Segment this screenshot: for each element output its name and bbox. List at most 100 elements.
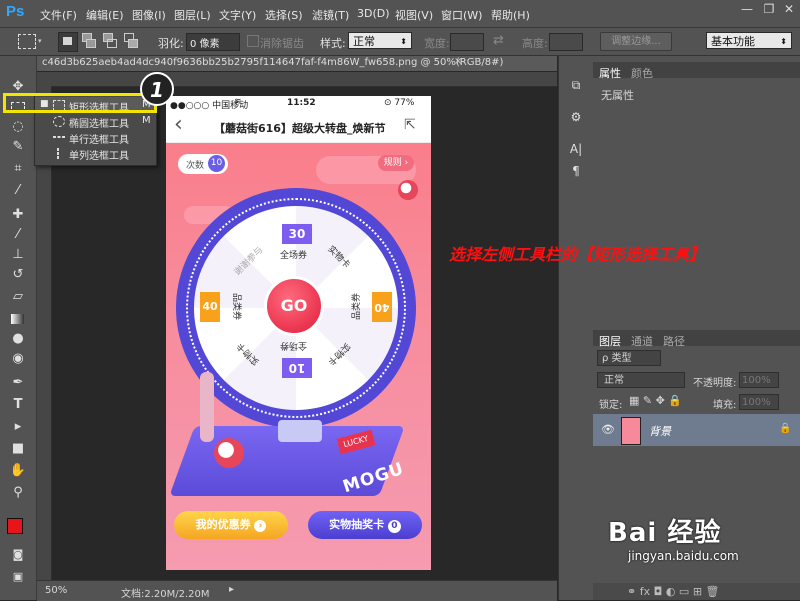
fill-input[interactable]: 100% [739,394,779,410]
pen-tool-icon[interactable]: ✒ [8,374,28,392]
screen-mode-icon[interactable]: ▣ [8,568,28,586]
antialias-checkbox[interactable] [247,35,259,47]
feather-input[interactable]: 0 像素 [186,33,240,51]
new-selection-icon[interactable] [58,32,78,52]
stamp-tool-icon[interactable]: ⊥ [8,246,28,264]
mask-icon[interactable]: ◘ [654,585,663,598]
style-label: 样式: [320,37,346,50]
brush-tool-icon[interactable]: ⁄ [8,226,28,244]
menu-select[interactable]: 选择(S) [265,7,303,23]
path-select-icon[interactable]: ▸ [8,418,28,436]
marquee-preset-icon[interactable] [18,34,36,49]
preset-dropdown-icon[interactable]: ▾ [38,37,42,45]
menu-help[interactable]: 帮助(H) [491,7,530,23]
opacity-label: 不透明度: [693,378,737,389]
flyout-item-single-row[interactable]: 单行选框工具 [35,129,156,146]
eye-icon[interactable]: 👁 [601,423,615,436]
quick-mask-icon[interactable]: ◙ [8,546,28,564]
menu-view[interactable]: 视图(V) [395,7,433,23]
swap-icon[interactable]: ⇄ [493,33,504,48]
blur-tool-icon[interactable]: ● [8,330,28,348]
document-tab-title: c46d3b625aeb4ad4dc940f9636bb25b2795f1146… [42,57,504,68]
quick-select-tool-icon[interactable]: ✎ [8,138,28,156]
flyout-item-ellipse-marquee[interactable]: 椭圆选框工具 M [35,113,156,130]
close-document-icon[interactable]: × [454,56,462,67]
watermark-logo: Bai 经验 [608,518,722,548]
lock-icons[interactable]: ▦ ✎ ✥ 🔒 [629,394,682,407]
menu-3d[interactable]: 3D(D) [357,7,390,20]
trash-icon[interactable]: 🗑 [706,585,720,598]
subtract-selection-icon[interactable] [103,33,117,48]
balloon-decoration [398,180,418,200]
prize-card-button[interactable]: 实物抽奖卡 0 [308,511,422,539]
lasso-tool-icon[interactable]: ◌ [8,118,28,136]
lock-icon: 🔒 [779,423,792,434]
coupon-bottom-value: 10 [282,358,312,378]
fx-icon[interactable]: fx [640,585,650,598]
group-icon[interactable]: ▭ [679,585,689,598]
intersect-selection-icon[interactable] [124,33,138,48]
history-panel-icon[interactable]: ⧉ [566,76,586,94]
blend-mode-select[interactable]: 正常 [597,372,685,388]
workspace-select[interactable]: 基本功能 ⬍ [706,32,792,49]
healing-tool-icon[interactable]: ✚ [8,206,28,224]
crop-tool-icon[interactable]: ⌗ [8,160,28,178]
menu-filter[interactable]: 滤镜(T) [312,7,349,23]
zoom-tool-icon[interactable]: ⚲ [8,484,28,502]
flyout-item-single-column[interactable]: 单列选框工具 [35,145,156,162]
character-panel-icon[interactable]: A| [566,140,586,158]
foreground-color-swatch[interactable] [7,518,23,534]
menu-layer[interactable]: 图层(L) [174,7,211,23]
menu-edit[interactable]: 编辑(E) [86,7,124,23]
layer-row-background[interactable]: 👁 背景 🔒 [593,414,800,446]
share-icon: ⇱ [404,117,416,133]
tab-color[interactable]: 颜色 [631,65,653,81]
document-image[interactable]: ●●○○○ 中国移动 ≋ 11:52 ⊙ 77% ‹ 【蘑菇街616】超级大转盘… [166,96,431,570]
tab-layers[interactable]: 图层 [599,333,621,349]
tab-paths[interactable]: 路径 [663,333,685,349]
hand-tool-icon[interactable]: ✋ [8,462,28,480]
tab-channels[interactable]: 通道 [631,333,653,349]
minimize-button[interactable]: — [736,1,758,17]
go-button[interactable]: GO [264,276,324,336]
eyedropper-tool-icon[interactable]: ⁄ [8,182,28,200]
phone-time: 11:52 [287,98,316,108]
battery-label: ⊙ 77% [384,98,415,108]
width-input[interactable] [450,33,484,51]
layer-filter-select[interactable]: ρ 类型 [597,350,661,366]
new-layer-icon[interactable]: ⊞ [693,585,702,598]
adjustment-icon[interactable]: ◐ [666,585,676,598]
restore-button[interactable]: ❐ [758,1,780,17]
add-selection-icon[interactable] [82,33,96,48]
shape-tool-icon[interactable]: ■ [8,440,28,458]
history-brush-icon[interactable]: ↺ [8,266,28,284]
actions-panel-icon[interactable]: ⚙ [566,108,586,126]
paragraph-panel-icon[interactable]: ¶ [566,162,586,180]
close-window-button[interactable]: ✕ [778,1,800,17]
tab-properties[interactable]: 属性 [599,65,621,81]
workspace-value: 基本功能 [711,35,755,48]
height-input[interactable] [549,33,583,51]
dodge-tool-icon[interactable]: ◉ [8,350,28,368]
menu-type[interactable]: 文字(Y) [219,7,256,23]
chevron-down-icon: ⬍ [400,37,407,46]
style-select[interactable]: 正常 ⬍ [348,32,412,49]
gradient-tool-icon[interactable] [8,310,28,328]
status-bar: 50% 文档:2.20M/2.20M ▸ [37,580,557,601]
eraser-tool-icon[interactable]: ▱ [8,288,28,306]
opacity-input[interactable]: 100% [739,372,779,388]
type-tool-icon[interactable]: T [8,396,28,414]
wifi-icon: ≋ [234,97,242,107]
rules-button[interactable]: 规则 › [378,155,414,171]
menu-file[interactable]: 文件(F) [40,7,77,23]
my-coupons-button[interactable]: 我的优惠券 › [174,511,288,539]
refine-edge-button[interactable]: 调整边缘... [600,32,672,51]
back-icon: ‹ [174,112,183,137]
zoom-level[interactable]: 50% [45,585,67,596]
link-icon[interactable]: ⚭ [627,585,636,598]
opacity-value: 100% [742,375,771,386]
menu-window[interactable]: 窗口(W) [441,7,482,23]
status-menu-arrow[interactable]: ▸ [229,584,234,595]
balloon-decoration [214,438,244,468]
menu-image[interactable]: 图像(I) [132,7,166,23]
